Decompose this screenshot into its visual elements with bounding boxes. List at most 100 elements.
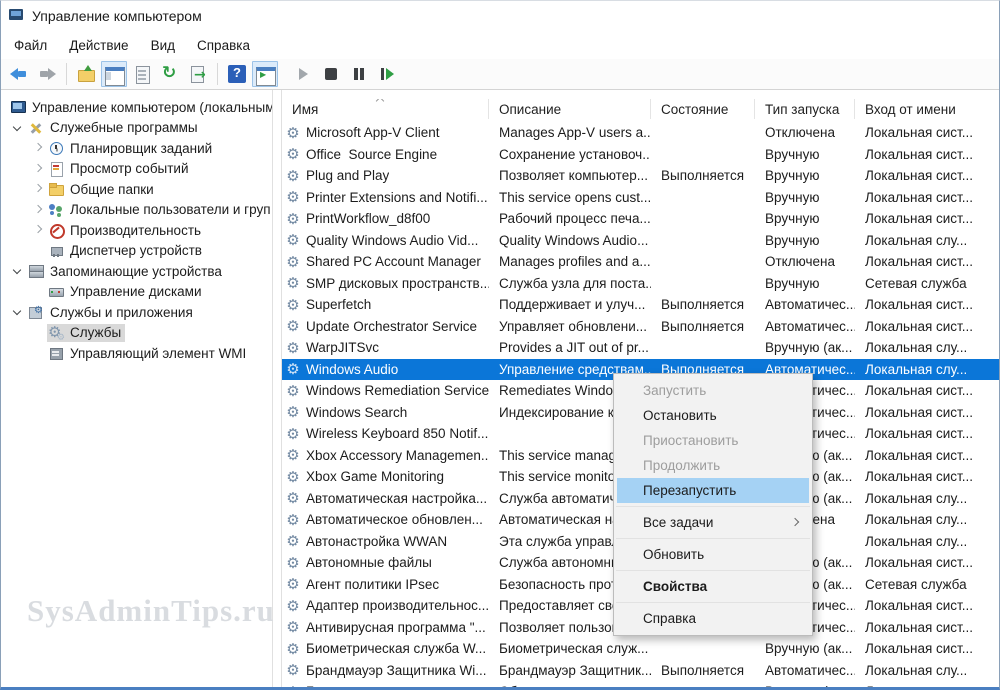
service-type-cell: Вручную xyxy=(755,276,855,291)
column-header-label: Тип запуска xyxy=(765,102,839,117)
service-row[interactable]: ⚙Plug and PlayПозволяет компьютер...Выпо… xyxy=(282,165,999,187)
tree-item[interactable]: Управляющий элемент WMI xyxy=(1,343,272,364)
service-row[interactable]: ⚙Shared PC Account ManagerManages profil… xyxy=(282,251,999,273)
service-row[interactable]: ⚙Биометрическая служба W...Биометрическа… xyxy=(282,638,999,660)
service-name: Автоматическое обновлен... xyxy=(306,512,483,527)
expand-chevron-icon[interactable] xyxy=(29,222,47,238)
service-login-cell: Сетевая служба xyxy=(855,276,999,291)
service-row[interactable]: ⚙Брандмауэр Защитника Wi...Брандмауэр За… xyxy=(282,660,999,682)
service-row[interactable]: ⚙PrintWorkflow_d8f00Рабочий процесс печа… xyxy=(282,208,999,230)
properties-button[interactable] xyxy=(129,61,155,87)
column-header[interactable]: Состояние xyxy=(651,99,755,119)
window-title: Управление компьютером xyxy=(32,8,202,24)
menu-view[interactable]: Вид xyxy=(140,34,186,57)
up-one-level-button[interactable] xyxy=(73,61,99,87)
context-menu: ЗапуститьОстановитьПриостановитьПродолжи… xyxy=(613,373,813,636)
column-header[interactable]: Вход от имени xyxy=(855,99,999,119)
tree-item[interactable]: Просмотр событий xyxy=(1,159,272,180)
devmgr-icon xyxy=(48,243,64,259)
context-menu-item-restart[interactable]: Перезапустить xyxy=(617,478,809,503)
forward-button[interactable] xyxy=(34,61,60,87)
tree-item[interactable]: Управление компьютером (локальным) xyxy=(1,97,272,118)
tree-item[interactable]: Запоминающие устройства xyxy=(1,261,272,282)
context-menu-item-refresh[interactable]: Обновить xyxy=(617,542,809,567)
collapse-chevron-icon[interactable] xyxy=(9,304,27,320)
back-button[interactable] xyxy=(6,61,32,87)
context-menu-item-help[interactable]: Справка xyxy=(617,606,809,631)
collapse-chevron-icon[interactable] xyxy=(9,263,27,279)
service-row[interactable]: ⚙Office Source EngineСохранение установо… xyxy=(282,144,999,166)
service-name-cell: ⚙Автонастройка WWAN xyxy=(282,533,489,549)
computer-management-app-icon xyxy=(9,8,25,24)
service-row[interactable]: ⚙Браузер компьютеровОбслуживает список..… xyxy=(282,681,999,688)
service-row[interactable]: ⚙Update Orchestrator ServiceУправляет об… xyxy=(282,316,999,338)
tree-item[interactable]: Планировщик заданий xyxy=(1,138,272,159)
diskmgmt-icon xyxy=(48,284,64,300)
service-row[interactable]: ⚙Microsoft App-V ClientManages App-V use… xyxy=(282,122,999,144)
expand-chevron-icon[interactable] xyxy=(29,140,47,156)
refresh-button[interactable] xyxy=(157,61,183,87)
export-list-button[interactable] xyxy=(185,61,211,87)
service-gear-icon: ⚙ xyxy=(285,641,301,657)
service-name: Адаптер производительнос... xyxy=(306,598,489,613)
service-name-cell: ⚙Microsoft App-V Client xyxy=(282,125,489,141)
service-type-cell: Вручную (ак... xyxy=(755,340,855,355)
service-desc-cell: Управляет обновлени... xyxy=(489,319,651,334)
menu-file[interactable]: Файл xyxy=(3,34,58,57)
expand-chevron-icon[interactable] xyxy=(29,181,47,197)
menu-help[interactable]: Справка xyxy=(186,34,261,57)
service-gear-icon: ⚙ xyxy=(285,361,301,377)
tree-item[interactable]: Службы и приложения xyxy=(1,302,272,323)
context-menu-item-properties[interactable]: Свойства xyxy=(617,574,809,599)
service-row[interactable]: ⚙Quality Windows Audio Vid...Quality Win… xyxy=(282,230,999,252)
window-tree-icon xyxy=(104,64,124,84)
collapse-chevron-icon[interactable] xyxy=(9,120,27,136)
pause-service-button[interactable] xyxy=(346,61,372,87)
context-menu-item-label: Все задачи xyxy=(643,515,713,530)
tree-item[interactable]: Службы xyxy=(1,323,272,344)
service-row[interactable]: ⚙WarpJITSvcProvides a JIT out of pr...Вр… xyxy=(282,337,999,359)
tree-item-label: Службы и приложения xyxy=(50,305,193,320)
tree-item[interactable]: Управление дисками xyxy=(1,282,272,303)
tree-item[interactable]: Служебные программы xyxy=(1,118,272,139)
restart-service-button[interactable] xyxy=(374,61,400,87)
help-button[interactable] xyxy=(224,61,250,87)
service-desc-cell: Рабочий процесс печа... xyxy=(489,211,651,226)
console-tree-toggle[interactable] xyxy=(101,61,127,87)
expander-spacer xyxy=(29,345,47,361)
start-service-button[interactable] xyxy=(290,61,316,87)
expand-chevron-icon[interactable] xyxy=(29,161,47,177)
service-gear-icon: ⚙ xyxy=(285,211,301,227)
tree-item[interactable]: Производительность xyxy=(1,220,272,241)
action-pane-toggle[interactable] xyxy=(252,61,278,87)
service-desc-cell: Обслуживает список... xyxy=(489,684,651,688)
service-type-cell: Вручную (ак... xyxy=(755,684,855,688)
service-gear-icon: ⚙ xyxy=(285,512,301,528)
expand-chevron-icon[interactable] xyxy=(29,202,47,218)
scheduler-icon xyxy=(48,140,64,156)
service-login-cell: Локальная слу... xyxy=(855,491,999,506)
stop-service-button[interactable] xyxy=(318,61,344,87)
service-gear-icon: ⚙ xyxy=(285,168,301,184)
service-row[interactable]: ⚙SuperfetchПоддерживает и улуч...Выполня… xyxy=(282,294,999,316)
menu-action[interactable]: Действие xyxy=(58,34,139,57)
column-header[interactable]: Тип запуска xyxy=(755,99,855,119)
pause-icon xyxy=(349,64,369,84)
tree-item[interactable]: Общие папки xyxy=(1,179,272,200)
service-gear-icon: ⚙ xyxy=(285,189,301,205)
performance-icon xyxy=(48,222,64,238)
service-row[interactable]: ⚙SMP дисковых пространств...Служба узла … xyxy=(282,273,999,295)
service-login-cell: Локальная сист... xyxy=(855,190,999,205)
tree-item-label: Управляющий элемент WMI xyxy=(70,346,246,361)
column-header[interactable]: Имя xyxy=(282,99,489,119)
tree-item[interactable]: Диспетчер устройств xyxy=(1,241,272,262)
service-gear-icon: ⚙ xyxy=(285,576,301,592)
tree-item-label: Просмотр событий xyxy=(70,161,189,176)
context-menu-item-start: Запустить xyxy=(617,378,809,403)
tree-item[interactable]: Локальные пользователи и груп xyxy=(1,200,272,221)
column-header[interactable]: Описание xyxy=(489,99,651,119)
context-menu-item-stop[interactable]: Остановить xyxy=(617,403,809,428)
service-row[interactable]: ⚙Printer Extensions and Notifi...This se… xyxy=(282,187,999,209)
service-desc-cell: This service opens cust... xyxy=(489,190,651,205)
context-menu-item-all-tasks[interactable]: Все задачи xyxy=(617,510,809,535)
